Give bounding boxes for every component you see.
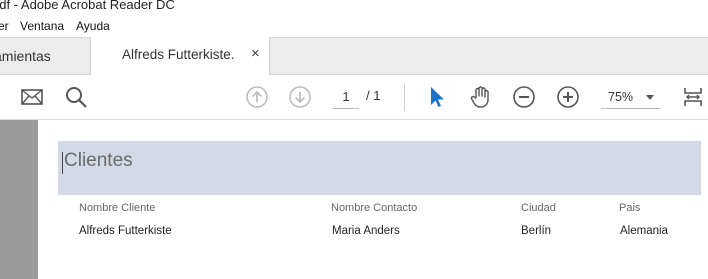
table-cell-pais: Alemania — [620, 225, 668, 237]
page-up-icon[interactable] — [245, 85, 269, 109]
left-panel — [0, 120, 38, 279]
report-title: Clientes — [64, 150, 133, 171]
column-header-nombre-contacto: Nombre Contacto — [331, 202, 418, 214]
zoom-value: 75% — [608, 90, 634, 104]
tab-strip: amientas Alfreds Futterkiste. × — [0, 37, 708, 75]
mail-icon[interactable] — [20, 85, 44, 109]
search-icon[interactable] — [64, 85, 88, 109]
chevron-down-icon — [646, 95, 654, 100]
tab-document[interactable]: Alfreds Futterkiste. × — [90, 37, 270, 75]
table-cell-ciudad: Berlín — [521, 225, 552, 237]
page-down-icon[interactable] — [288, 85, 312, 109]
tab-tools-label: amientas — [0, 48, 51, 64]
window-title-bar: odf - Adobe Acrobat Reader DC — [0, 0, 708, 17]
menu-item-ver[interactable]: er — [0, 19, 9, 33]
menu-bar: er Ventana Ayuda — [0, 17, 708, 37]
table-cell-contacto: Maria Anders — [332, 225, 400, 237]
select-arrow-icon[interactable] — [424, 85, 448, 109]
close-icon[interactable]: × — [251, 46, 260, 61]
column-header-ciudad: Ciudad — [521, 202, 556, 214]
menu-item-ayuda[interactable]: Ayuda — [76, 19, 110, 33]
page-total: / 1 — [366, 88, 381, 103]
zoom-select[interactable]: 75% — [601, 86, 661, 109]
toolbar-separator — [404, 83, 405, 111]
menu-item-ventana[interactable]: Ventana — [20, 19, 64, 33]
document-viewer[interactable]: Clientes Nombre Cliente Nombre Contacto … — [0, 120, 708, 279]
tab-tools[interactable]: amientas — [0, 38, 90, 75]
window-title: odf - Adobe Acrobat Reader DC — [0, 0, 175, 12]
hand-tool-icon[interactable] — [468, 85, 492, 109]
toolbar: 1 / 1 75% — [0, 75, 708, 120]
zoom-in-icon[interactable] — [556, 85, 580, 109]
page-number-input[interactable]: 1 — [333, 86, 359, 109]
column-header-pais: Pais — [619, 202, 641, 214]
table-cell-cliente: Alfreds Futterkiste — [79, 225, 172, 237]
text-cursor — [62, 152, 63, 174]
zoom-out-icon[interactable] — [512, 85, 536, 109]
fit-page-icon[interactable] — [681, 85, 705, 109]
report-header: Clientes — [58, 141, 701, 195]
column-header-nombre-cliente: Nombre Cliente — [79, 202, 156, 214]
tab-document-label: Alfreds Futterkiste. — [122, 47, 235, 62]
